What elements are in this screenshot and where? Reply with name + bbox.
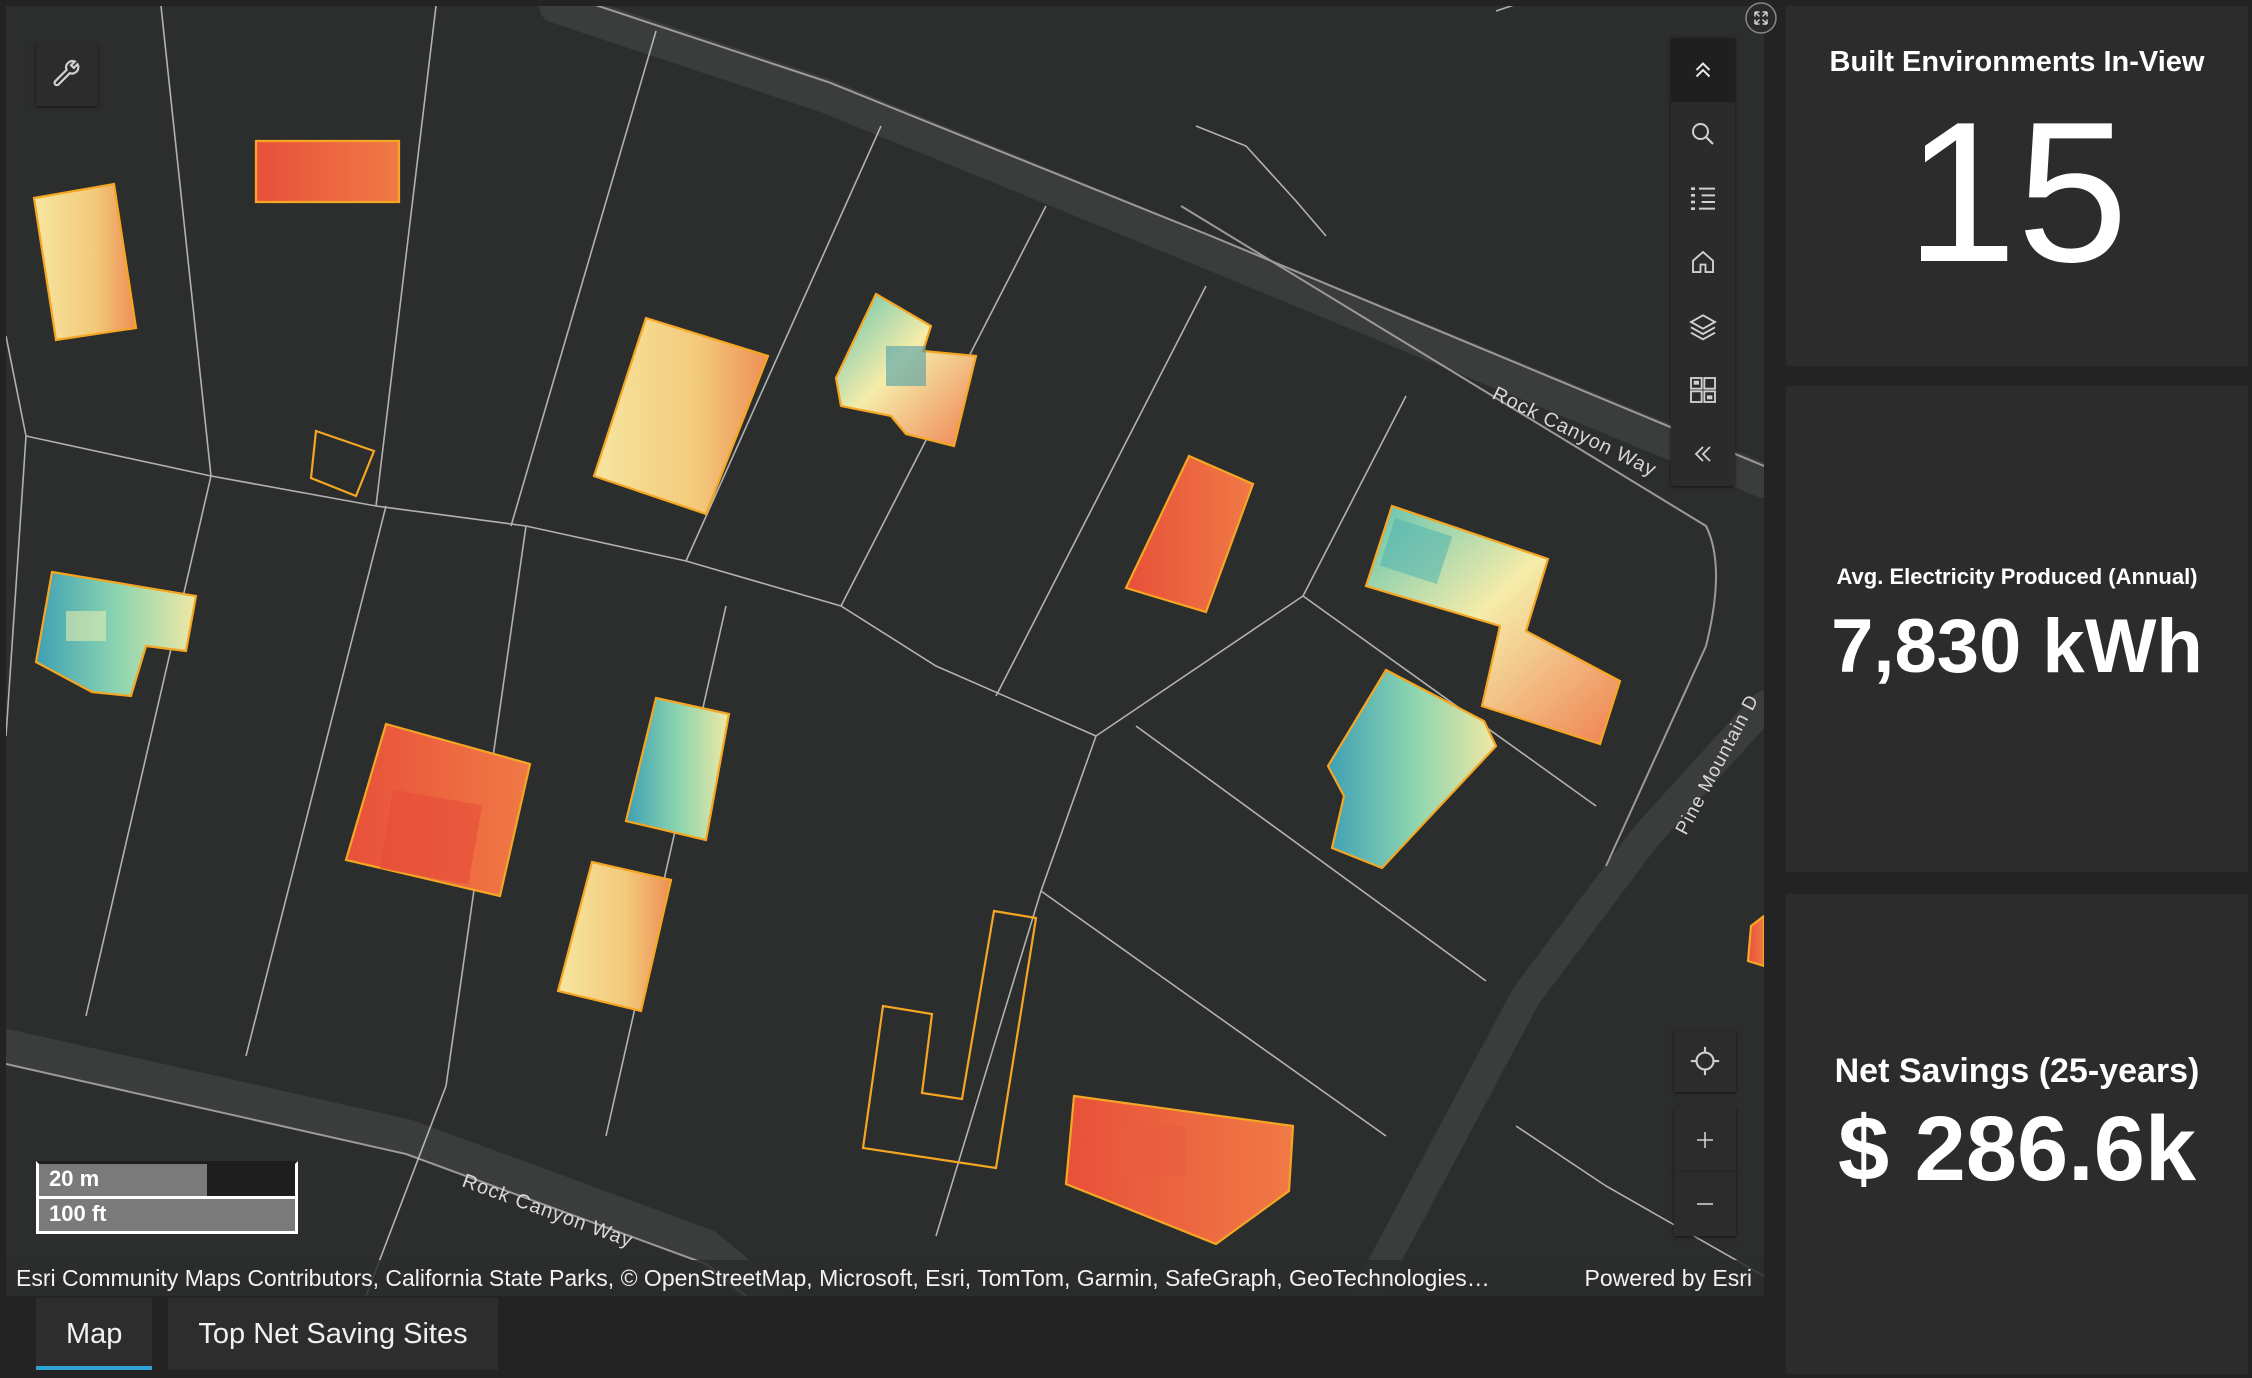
basemap-gallery-icon xyxy=(1690,377,1716,403)
bottom-tabs: Map Top Net Saving Sites xyxy=(36,1298,514,1370)
building-15 xyxy=(1746,914,1764,968)
attribution-text[interactable]: Esri Community Maps Contributors, Califo… xyxy=(16,1260,1490,1296)
indicator-value: 15 xyxy=(1905,81,2129,304)
indicator-value: $ 286.6k xyxy=(1837,1098,2197,1200)
building-11 xyxy=(624,696,731,842)
collapse-up-button[interactable] xyxy=(1671,38,1735,102)
expand-button[interactable] xyxy=(1743,0,1779,41)
basemap: Rock Canyon Way Rock Canyon Way Pine Mou… xyxy=(6,6,1764,1296)
building-6 xyxy=(1124,454,1255,614)
powered-by-esri[interactable]: Powered by Esri xyxy=(1585,1260,1752,1296)
collapse-toolbar-button[interactable] xyxy=(1671,422,1735,486)
layers-icon xyxy=(1689,314,1717,341)
search-button[interactable] xyxy=(1671,102,1735,166)
building-12 xyxy=(556,860,673,1013)
tab-top-net-saving-sites[interactable]: Top Net Saving Sites xyxy=(168,1298,498,1370)
zoom-out-button[interactable] xyxy=(1674,1172,1736,1236)
building-2 xyxy=(32,182,138,342)
heatmap-accents xyxy=(66,346,1453,1176)
scale-imperial-label: 100 ft xyxy=(49,1201,107,1226)
wrench-icon xyxy=(53,59,80,87)
solar-buildings xyxy=(32,139,1764,1246)
chevron-double-up-icon xyxy=(1695,62,1711,78)
minus-icon xyxy=(1697,1203,1713,1205)
settings-button[interactable] xyxy=(36,44,98,106)
tab-map[interactable]: Map xyxy=(36,1298,153,1370)
street-label-pine-mountain: Pine Mountain D xyxy=(1672,691,1764,838)
indicator-net-savings: Net Savings (25-years) $ 286.6k xyxy=(1786,894,2248,1374)
building-13 xyxy=(861,909,1038,1170)
building-8 xyxy=(1326,668,1498,870)
building-9 xyxy=(34,570,198,698)
home-icon xyxy=(1692,250,1714,273)
scale-imperial: 100 ft xyxy=(36,1199,298,1234)
indicator-electricity: Avg. Electricity Produced (Annual) 7,830… xyxy=(1786,386,2248,872)
basemap-gallery-button[interactable] xyxy=(1671,358,1735,422)
scale-bar: 20 m 100 ft xyxy=(36,1161,298,1234)
indicator-value: 7,830 kWh xyxy=(1831,604,2203,689)
building-4 xyxy=(592,316,770,516)
map-toolbar xyxy=(1671,38,1735,486)
building-3 xyxy=(309,429,376,498)
search-icon xyxy=(1692,123,1714,145)
indicator-title: Net Savings (25-years) xyxy=(1834,1052,2200,1090)
expand-icon xyxy=(1745,2,1777,34)
indicator-title: Built Environments In-View xyxy=(1829,46,2205,78)
legend-list-icon xyxy=(1691,187,1715,210)
home-button[interactable] xyxy=(1671,230,1735,294)
attribution-bar: Esri Community Maps Contributors, Califo… xyxy=(6,1260,1764,1296)
zoom-in-button[interactable] xyxy=(1674,1108,1736,1172)
plus-icon xyxy=(1697,1132,1713,1148)
indicator-built-environments: Built Environments In-View 15 xyxy=(1786,6,2248,366)
scale-metric-label: 20 m xyxy=(49,1166,100,1191)
locate-button[interactable] xyxy=(1674,1030,1736,1092)
scale-metric: 20 m xyxy=(36,1161,298,1199)
chevron-double-left-icon xyxy=(1694,446,1711,462)
map-view[interactable]: Rock Canyon Way Rock Canyon Way Pine Mou… xyxy=(6,6,1764,1296)
locate-icon xyxy=(1690,1046,1720,1076)
building-1 xyxy=(254,139,401,204)
layers-button[interactable] xyxy=(1671,294,1735,358)
indicator-title: Avg. Electricity Produced (Annual) xyxy=(1836,564,2198,589)
legend-button[interactable] xyxy=(1671,166,1735,230)
